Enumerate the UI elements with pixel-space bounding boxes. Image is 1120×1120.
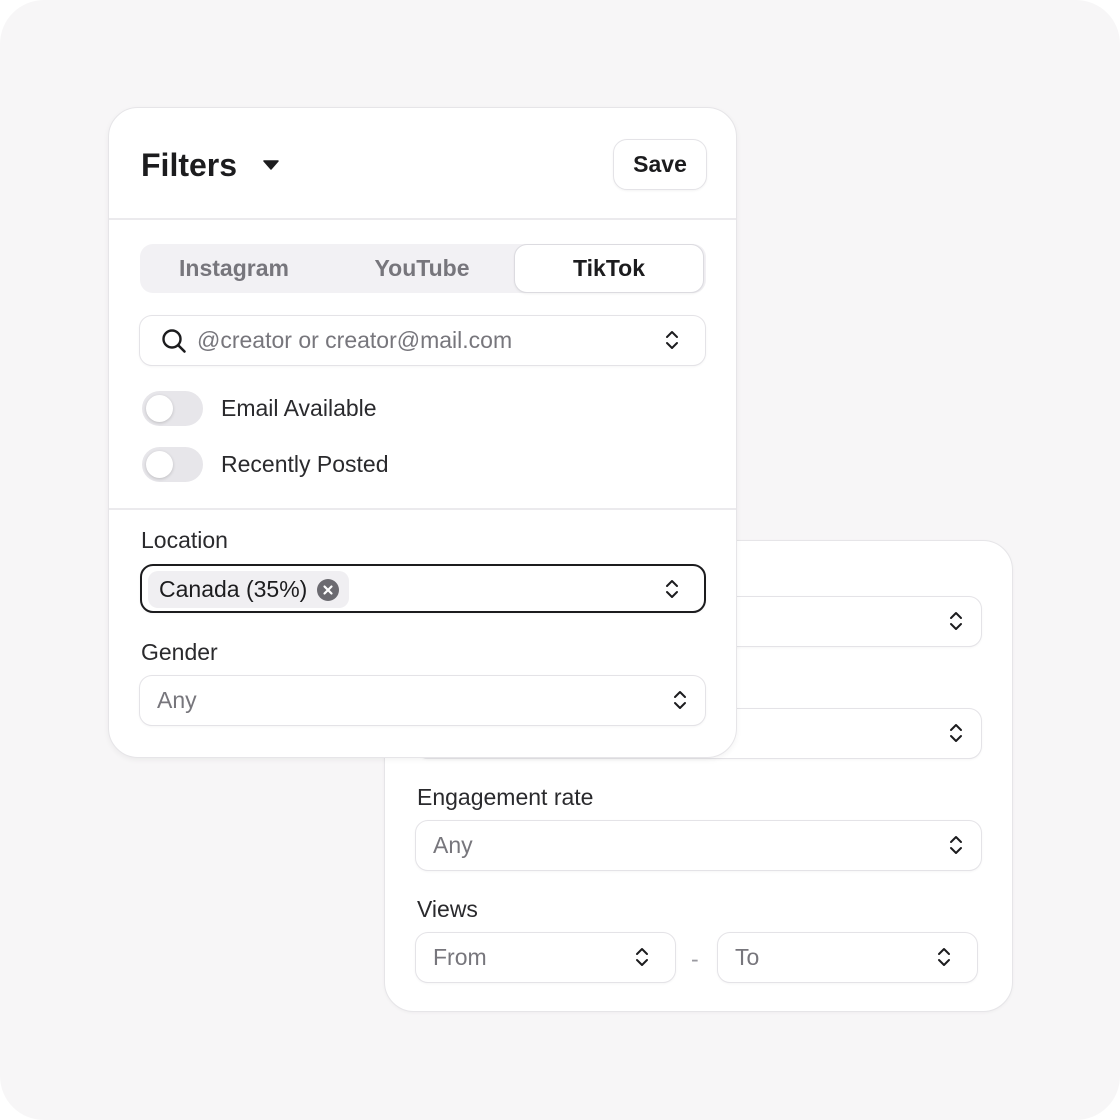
engagement-rate-value: Any xyxy=(433,832,473,858)
section-divider xyxy=(109,508,736,510)
location-chip-label: Canada (35%) xyxy=(159,576,308,602)
chevron-up-down-icon xyxy=(950,612,962,630)
header-divider xyxy=(109,218,736,220)
views-from-select[interactable]: From xyxy=(415,932,676,983)
range-separator: - xyxy=(691,946,699,972)
chevron-up-down-icon xyxy=(666,331,678,349)
views-from-placeholder: From xyxy=(433,944,487,970)
recently-posted-label: Recently Posted xyxy=(221,451,389,477)
filters-card: Filters Save Instagram YouTube TikTok @c… xyxy=(108,107,737,758)
chevron-down-icon[interactable] xyxy=(263,160,279,170)
chevron-up-down-icon xyxy=(666,580,678,598)
engagement-rate-select[interactable]: Any xyxy=(415,820,982,871)
search-icon xyxy=(162,329,186,353)
chevron-up-down-icon xyxy=(636,948,648,966)
tab-instagram[interactable]: Instagram xyxy=(140,244,328,293)
email-available-label: Email Available xyxy=(221,395,377,421)
chevron-up-down-icon xyxy=(950,836,962,854)
chevron-up-down-icon xyxy=(938,948,950,966)
views-to-placeholder: To xyxy=(735,944,760,970)
toggle-knob xyxy=(146,395,173,422)
platform-tabs: Instagram YouTube TikTok xyxy=(140,244,706,293)
engagement-rate-label: Engagement rate xyxy=(417,784,594,810)
views-to-select[interactable]: To xyxy=(717,932,978,983)
chevron-up-down-icon xyxy=(950,724,962,742)
tab-tiktok[interactable]: TikTok xyxy=(514,244,704,293)
tab-youtube[interactable]: YouTube xyxy=(328,244,516,293)
gender-value: Any xyxy=(157,687,197,713)
chevron-up-down-icon xyxy=(674,691,686,709)
search-placeholder: @creator or creator@mail.com xyxy=(197,327,513,353)
location-select[interactable]: Canada (35%) xyxy=(140,564,706,613)
close-circle-icon[interactable] xyxy=(317,578,340,601)
views-label: Views xyxy=(417,896,478,922)
canvas: Engagement rate Any Views From - To Filt… xyxy=(0,0,1120,1120)
creator-search-input[interactable]: @creator or creator@mail.com xyxy=(139,315,706,366)
filters-title[interactable]: Filters xyxy=(141,146,237,184)
gender-label: Gender xyxy=(141,639,218,665)
email-available-toggle[interactable] xyxy=(142,391,203,426)
location-label: Location xyxy=(141,527,228,553)
toggle-knob xyxy=(146,451,173,478)
gender-select[interactable]: Any xyxy=(139,675,706,726)
location-chip: Canada (35%) xyxy=(148,571,350,608)
save-button[interactable]: Save xyxy=(613,139,707,190)
recently-posted-toggle[interactable] xyxy=(142,447,203,482)
